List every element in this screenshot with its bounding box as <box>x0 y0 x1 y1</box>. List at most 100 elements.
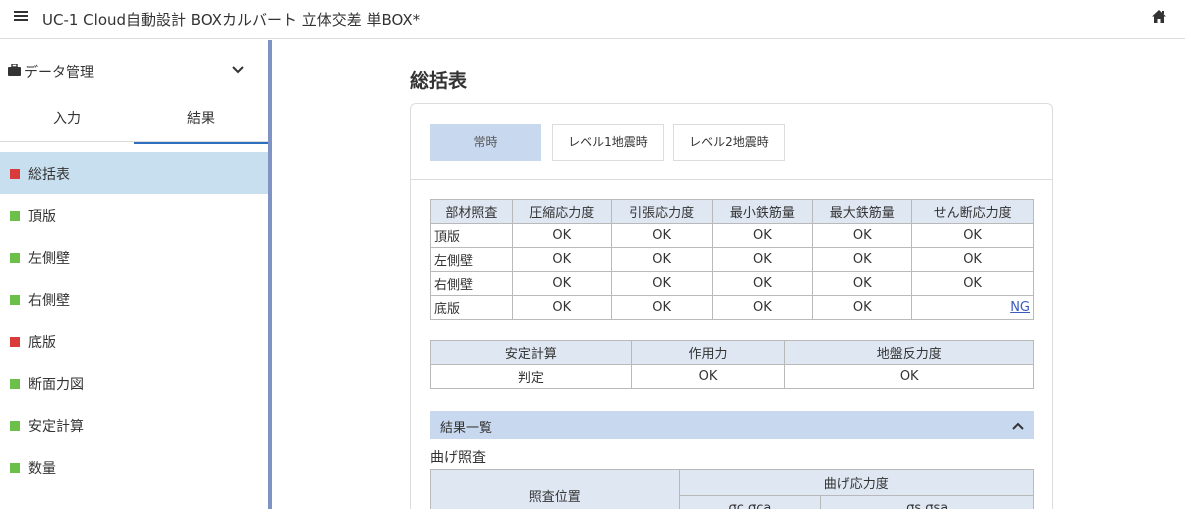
table-cell: OK <box>812 295 913 320</box>
table-cell: OK <box>911 247 1034 272</box>
table-cell: OK <box>511 271 612 296</box>
page-title: 総括表 <box>410 70 468 92</box>
tab-result[interactable]: 結果 <box>134 104 268 144</box>
table-row: 左側壁 OK OK OK OK OK <box>430 247 1034 272</box>
table-cell: OK <box>711 223 814 248</box>
home-icon[interactable] <box>1151 9 1167 28</box>
table-cell: OK <box>711 295 814 320</box>
column-header: 最大鉄筋量 <box>812 199 913 224</box>
sidebar-item-label: 右側壁 <box>28 293 70 309</box>
tab-normal[interactable]: 常時 <box>430 124 541 161</box>
tab-level2-seismic[interactable]: レベル2地震時 <box>673 124 785 161</box>
row-label: 左側壁 <box>430 247 513 272</box>
sidebar-item-bottom-slab[interactable]: 底版 <box>0 320 268 362</box>
table-cell: OK <box>911 223 1034 248</box>
sidebar-item-label: 左側壁 <box>28 251 70 267</box>
table-row: 右側壁 OK OK OK OK OK <box>430 271 1034 296</box>
sidebar-item-right-wall[interactable]: 右側壁 <box>0 278 268 320</box>
status-icon <box>10 211 20 221</box>
member-check-table: 部材照査 圧縮応力度 引張応力度 最小鉄筋量 最大鉄筋量 せん断応力度 頂版 O… <box>430 199 1034 320</box>
column-header: 部材照査 <box>430 199 513 224</box>
status-icon <box>10 253 20 263</box>
column-header: 安定計算 <box>430 340 632 365</box>
status-icon <box>10 463 20 473</box>
sidebar-item-label: 頂版 <box>28 209 56 225</box>
row-label: 判定 <box>430 364 632 389</box>
briefcase-icon <box>8 63 21 80</box>
tab-divider <box>0 141 268 142</box>
table-header-row: 照査位置 曲げ応力度 <box>430 469 1035 509</box>
sidebar-item-label: 安定計算 <box>28 419 84 435</box>
data-management-label: データ管理 <box>24 65 94 81</box>
table-cell: OK <box>711 271 814 296</box>
sidebar-item-left-wall[interactable]: 左側壁 <box>0 236 268 278</box>
sidebar-item-label: 総括表 <box>28 167 70 183</box>
summary-card: 常時 レベル1地震時 レベル2地震時 部材照査 圧縮応力度 引張応力度 最小鉄筋… <box>410 103 1053 509</box>
column-header: 圧縮応力度 <box>511 199 612 224</box>
data-management-section-header[interactable]: データ管理 <box>0 40 268 94</box>
table-row: 判定 OK OK <box>430 364 1034 389</box>
sidebar-item-label: 断面力図 <box>28 377 84 393</box>
sidebar-item-label: 底版 <box>28 335 56 351</box>
table-cell: OK <box>911 271 1034 296</box>
hamburger-menu-icon[interactable] <box>14 7 34 28</box>
table-cell: OK <box>610 295 713 320</box>
sidebar-item-label: 数量 <box>28 461 56 477</box>
table-cell: OK <box>610 223 713 248</box>
table-cell: NG <box>911 295 1034 320</box>
tab-level1-seismic[interactable]: レベル1地震時 <box>552 124 664 161</box>
status-icon <box>10 421 20 431</box>
column-header: 最小鉄筋量 <box>711 199 814 224</box>
row-label: 頂版 <box>430 223 513 248</box>
sidebar-item-quantity[interactable]: 数量 <box>0 446 268 488</box>
table-cell: OK <box>784 364 1034 389</box>
row-label: 底版 <box>430 295 513 320</box>
case-tabs: 常時 レベル1地震時 レベル2地震時 <box>411 104 1052 180</box>
sidebar: データ管理 入力 結果 総括表 頂版 左側壁 右側壁 底版 断面力図 安定計算 … <box>0 40 268 509</box>
app-title: UC-1 Cloud自動設計 BOXカルバート 立体交差 単BOX* <box>42 11 421 29</box>
table-cell: OK <box>511 295 612 320</box>
column-header: せん断応力度 <box>911 199 1034 224</box>
main-content: 総括表 常時 レベル1地震時 レベル2地震時 部材照査 圧縮応力度 引張応力度 … <box>272 40 1185 509</box>
sidebar-item-section-force[interactable]: 断面力図 <box>0 362 268 404</box>
column-header: 照査位置 <box>430 469 680 509</box>
column-header: 地盤反力度 <box>784 340 1034 365</box>
column-header: 作用力 <box>630 340 786 365</box>
table-header-row: 安定計算 作用力 地盤反力度 <box>430 340 1034 365</box>
status-icon <box>10 337 20 347</box>
sidebar-tabs: 入力 結果 <box>0 104 268 144</box>
table-cell: OK <box>610 271 713 296</box>
status-icon <box>10 169 20 179</box>
bending-check-title: 曲げ照査 <box>430 450 486 466</box>
tab-input[interactable]: 入力 <box>0 104 134 144</box>
chevron-down-icon[interactable] <box>232 63 244 78</box>
table-cell: OK <box>812 271 913 296</box>
sidebar-item-top-slab[interactable]: 頂版 <box>0 194 268 236</box>
app-header: UC-1 Cloud自動設計 BOXカルバート 立体交差 単BOX* <box>0 0 1185 39</box>
sidebar-item-summary[interactable]: 総括表 <box>0 152 268 194</box>
table-row: 頂版 OK OK OK OK OK <box>430 223 1034 248</box>
ng-link[interactable]: NG <box>1010 300 1030 315</box>
row-label: 右側壁 <box>430 271 513 296</box>
column-header: σs σsa <box>820 495 1034 509</box>
column-header: σc σca <box>678 495 822 509</box>
column-header: 引張応力度 <box>610 199 713 224</box>
table-cell: OK <box>610 247 713 272</box>
bending-check-table: 照査位置 曲げ応力度 σc σca σs σsa <box>430 469 1035 509</box>
result-list-header[interactable]: 結果一覧 <box>430 411 1034 439</box>
status-icon <box>10 379 20 389</box>
table-cell: OK <box>511 223 612 248</box>
sidebar-item-stability[interactable]: 安定計算 <box>0 404 268 446</box>
column-header: 曲げ応力度 <box>678 469 1035 496</box>
chevron-up-icon[interactable] <box>1012 419 1024 434</box>
stability-table: 安定計算 作用力 地盤反力度 判定 OK OK <box>430 340 1034 389</box>
result-list-label: 結果一覧 <box>440 421 493 436</box>
table-cell: OK <box>511 247 612 272</box>
table-row: 底版 OK OK OK OK NG <box>430 295 1034 320</box>
table-cell: OK <box>812 247 913 272</box>
table-cell: OK <box>630 364 786 389</box>
table-header-row: 部材照査 圧縮応力度 引張応力度 最小鉄筋量 最大鉄筋量 せん断応力度 <box>430 199 1034 224</box>
table-cell: OK <box>711 247 814 272</box>
table-cell: OK <box>812 223 913 248</box>
status-icon <box>10 295 20 305</box>
